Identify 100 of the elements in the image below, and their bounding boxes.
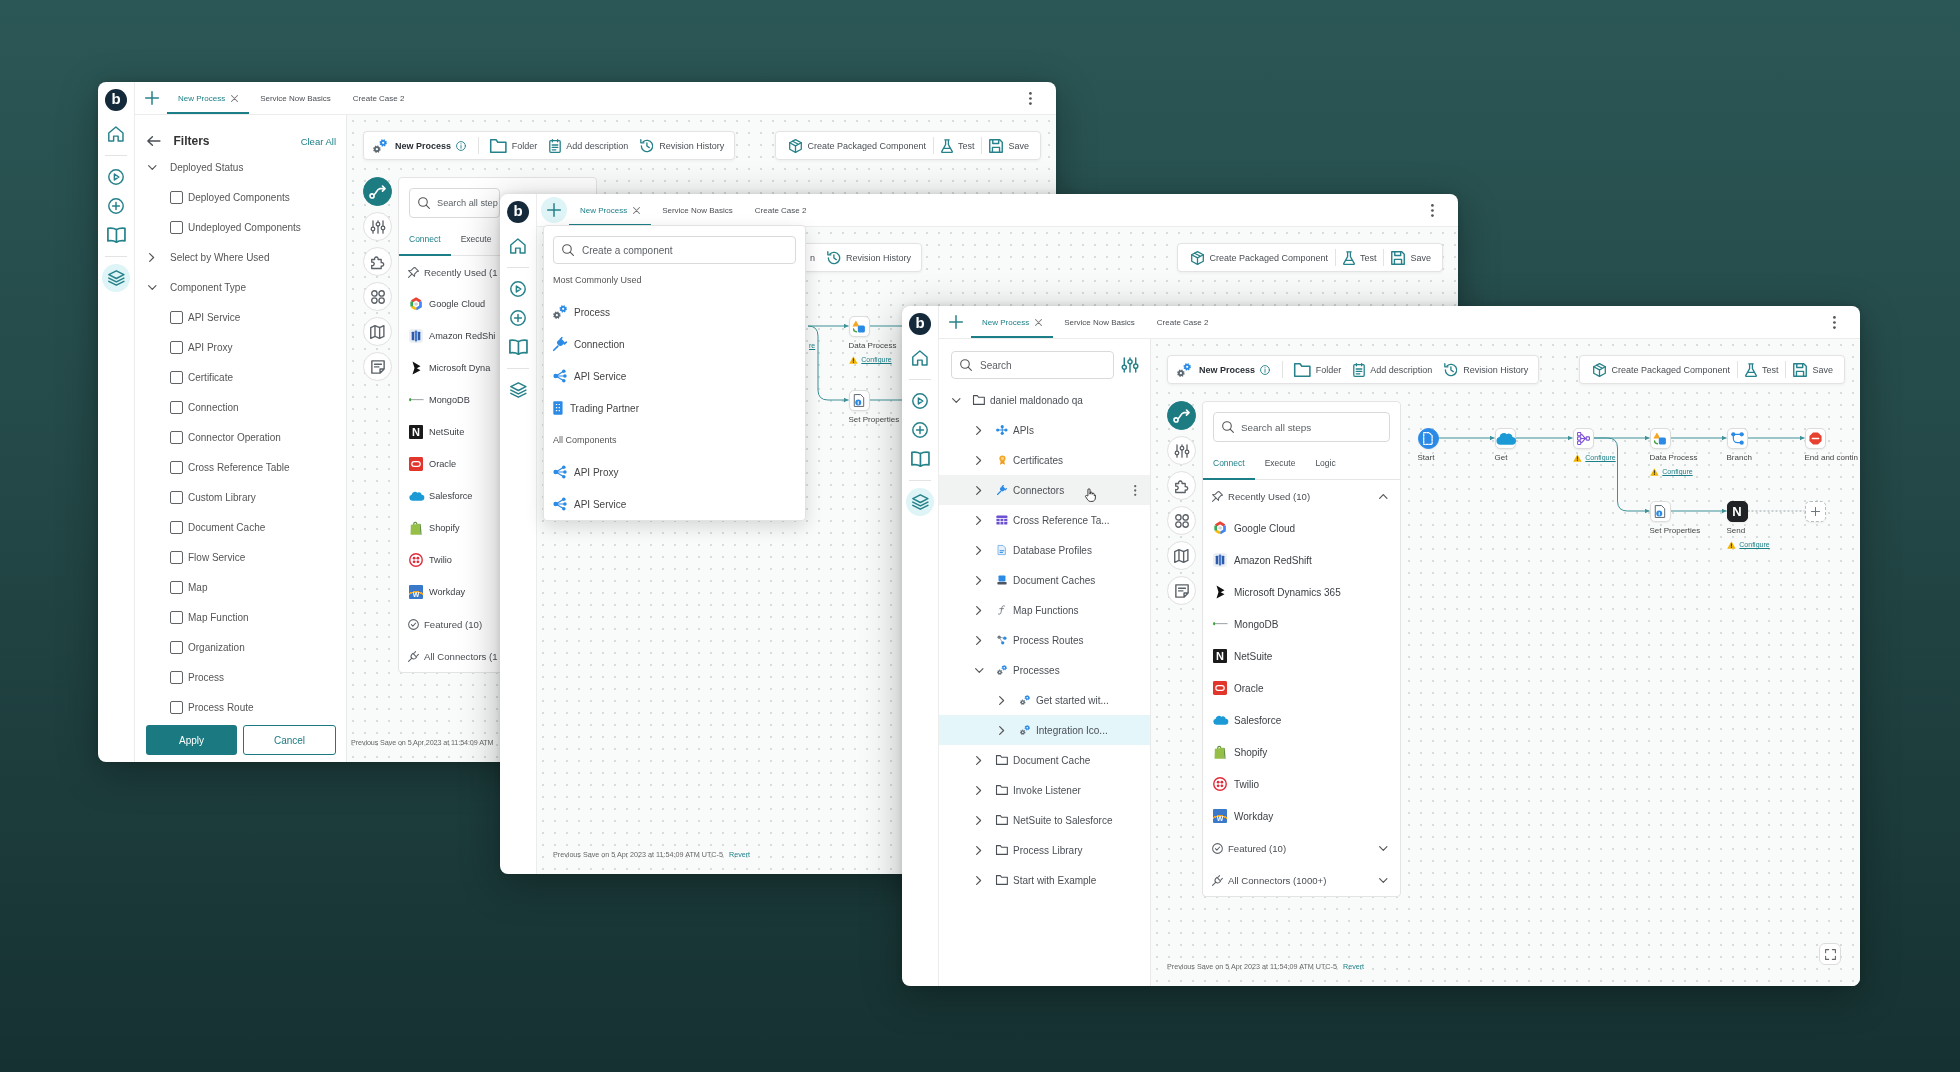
toolbar-button[interactable]: Save	[1384, 244, 1438, 271]
chevron-up-icon[interactable]	[1379, 493, 1388, 499]
tab[interactable]: New Process	[167, 82, 250, 114]
tree-item[interactable]: Get started wit...	[939, 685, 1150, 715]
layers-icon[interactable]	[107, 270, 125, 286]
home-icon[interactable]	[510, 238, 526, 254]
chevron-right-icon[interactable]	[976, 515, 982, 525]
more-icon[interactable]	[1133, 484, 1136, 496]
step-node[interactable]	[1649, 500, 1671, 522]
checkbox[interactable]	[170, 340, 183, 354]
section-header[interactable]: Recently Used (10)	[1203, 480, 1400, 512]
section-header[interactable]: Recently Used (1	[399, 256, 499, 288]
filter-group-header[interactable]: Select by Where Used	[135, 242, 346, 272]
chevron-right-icon[interactable]	[976, 425, 982, 435]
toolbar-button[interactable]: Save	[982, 132, 1036, 159]
connector-item[interactable]: Amazon RedShi	[399, 320, 499, 352]
book-icon[interactable]	[106, 227, 126, 243]
note-icon[interactable]	[1174, 583, 1189, 598]
toolbar-button[interactable]: Folder	[490, 132, 538, 159]
step-node[interactable]	[848, 315, 870, 337]
process-title[interactable]: New Process	[373, 132, 467, 159]
close-icon[interactable]	[231, 94, 239, 102]
add-step-button[interactable]	[1804, 500, 1826, 522]
menu-item[interactable]: API Service	[553, 488, 796, 520]
tab[interactable]: Execute	[450, 223, 498, 256]
route-icon[interactable]	[1172, 408, 1191, 423]
menu-item[interactable]: API Proxy	[553, 456, 796, 488]
tree-item[interactable]: Invoke Listener	[939, 775, 1150, 805]
tab[interactable]: Service Now Basics	[1053, 306, 1146, 338]
connector-item[interactable]: Shopify	[1203, 736, 1400, 768]
chevron-right-icon[interactable]	[976, 875, 982, 885]
chevron-right-icon[interactable]	[976, 845, 982, 855]
app-logo[interactable]: b	[507, 201, 529, 223]
tree-item[interactable]: Start with Example	[939, 865, 1150, 895]
tree-item[interactable]: Process Library	[939, 835, 1150, 865]
connector-item[interactable]: Oracle	[1203, 672, 1400, 704]
grid-icon[interactable]	[1174, 513, 1189, 528]
layers-icon[interactable]	[911, 494, 929, 510]
toolbar-button[interactable]: n	[810, 244, 815, 271]
checkbox[interactable]	[170, 460, 183, 474]
chevron-right-icon[interactable]	[976, 545, 982, 555]
start-node[interactable]	[1417, 427, 1439, 449]
home-icon[interactable]	[108, 126, 124, 142]
plus-circle-icon[interactable]	[108, 198, 124, 214]
chevron-down-icon[interactable]	[147, 164, 157, 170]
book-icon[interactable]	[910, 451, 930, 467]
chevron-down-icon[interactable]	[1379, 845, 1388, 851]
connector-item[interactable]: MongoDB	[1203, 608, 1400, 640]
step-node[interactable]	[1649, 427, 1671, 449]
connector-item[interactable]: Salesforce	[1203, 704, 1400, 736]
connector-item[interactable]: N NetSuite	[1203, 640, 1400, 672]
play-icon[interactable]	[510, 281, 526, 297]
tool-button[interactable]	[1167, 401, 1196, 430]
filter-group-header[interactable]: Deployed Status	[135, 152, 346, 182]
puzzle-icon[interactable]	[1174, 478, 1189, 493]
checkbox[interactable]	[170, 220, 183, 234]
route-icon[interactable]	[368, 184, 387, 199]
connector-item[interactable]: Microsoft Dyna	[399, 352, 499, 384]
toolbar-button[interactable]: Add description	[549, 132, 629, 159]
tree-item[interactable]: Map Functions	[939, 595, 1150, 625]
map-icon[interactable]	[370, 324, 385, 339]
tab[interactable]: Logic	[1305, 447, 1346, 480]
checkbox[interactable]	[170, 580, 183, 594]
toolbar-button[interactable]: Test	[933, 132, 982, 159]
more-icon[interactable]	[1431, 203, 1434, 217]
section-header[interactable]: Featured (10)	[1203, 832, 1400, 864]
fullscreen-button[interactable]	[1819, 943, 1841, 965]
info-icon[interactable]	[1260, 364, 1271, 375]
close-icon[interactable]	[1035, 318, 1043, 326]
home-icon[interactable]	[912, 350, 928, 366]
sliders-icon[interactable]	[1122, 357, 1138, 373]
search-field[interactable]: Create a component	[553, 236, 796, 264]
checkbox[interactable]	[170, 370, 183, 384]
chevron-down-icon[interactable]	[974, 667, 984, 673]
tree-item[interactable]: Certificates	[939, 445, 1150, 475]
search-field[interactable]: Search all steps	[1213, 412, 1390, 442]
checkbox[interactable]	[170, 190, 183, 204]
toolbar-button[interactable]: Save	[1786, 356, 1840, 383]
step-node[interactable]	[1726, 427, 1748, 449]
play-icon[interactable]	[108, 169, 124, 185]
chevron-right-icon[interactable]	[976, 455, 982, 465]
checkbox[interactable]	[170, 490, 183, 504]
section-header[interactable]: All Connectors (1	[399, 640, 499, 672]
arrow-left-icon[interactable]	[147, 136, 161, 146]
connector-item[interactable]: Google Cloud	[1203, 512, 1400, 544]
tree-item[interactable]: Cross Reference Ta...	[939, 505, 1150, 535]
menu-item[interactable]: Trading Partner	[553, 392, 796, 424]
search-field[interactable]: Search all step	[409, 188, 500, 218]
toolbar-button[interactable]: Folder	[1294, 356, 1342, 383]
plus-circle-icon[interactable]	[510, 310, 526, 326]
tab[interactable]: Service Now Basics	[249, 82, 342, 114]
note-icon[interactable]	[370, 359, 385, 374]
chevron-right-icon[interactable]	[976, 815, 982, 825]
connector-item[interactable]: Oracle	[399, 448, 499, 480]
menu-item[interactable]: Connection	[553, 328, 796, 360]
more-icon[interactable]	[1029, 91, 1032, 105]
toolbar-button[interactable]: Revision History	[827, 244, 912, 271]
app-logo[interactable]: b	[105, 89, 127, 111]
section-header[interactable]: Featured (10)	[399, 608, 499, 640]
checkbox[interactable]	[170, 430, 183, 444]
